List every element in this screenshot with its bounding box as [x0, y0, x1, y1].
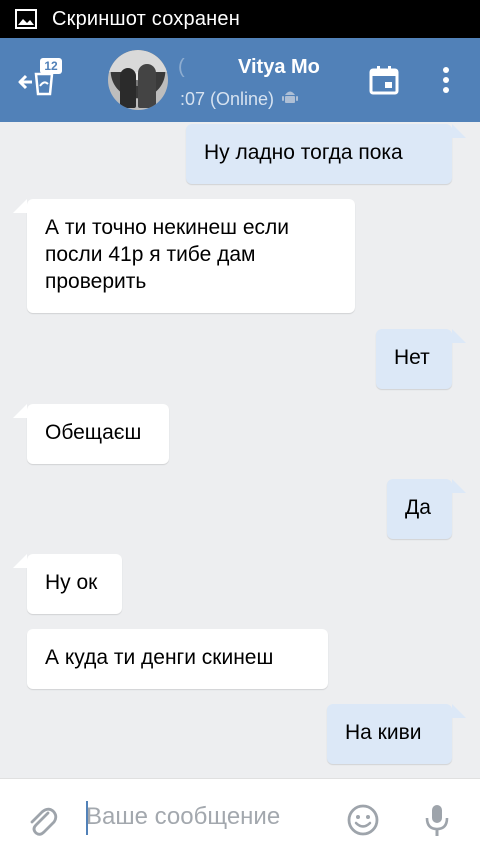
unread-count-badge: 12: [40, 58, 62, 74]
status-bar: Скриншот сохранен: [0, 0, 480, 38]
message-text: На киви: [345, 721, 422, 744]
message-composer: [0, 778, 480, 855]
more-vertical-icon: [443, 67, 449, 93]
message-list[interactable]: Ну ладно тогда пока А ти точно некинеш е…: [0, 122, 480, 778]
message-text: Ну ладно тогда пока: [204, 141, 403, 164]
message-text: Да: [405, 496, 431, 519]
calendar-icon: [369, 66, 399, 95]
chat-header: 12 ( Vitya Mo :07 (Online): [0, 38, 480, 122]
message-bubble-incoming[interactable]: Ну ок: [13, 554, 122, 614]
attach-button[interactable]: [24, 803, 60, 839]
voice-message-button[interactable]: [424, 803, 450, 839]
message-text: А ти точно некинеш если посли 41р я тибе…: [45, 216, 289, 293]
message-bubble-incoming[interactable]: А ти точно некинеш если посли 41р я тибе…: [13, 199, 355, 313]
online-status-text: :07 (Online): [180, 89, 275, 109]
message-bubble-outgoing[interactable]: На киви: [327, 704, 466, 764]
message-input[interactable]: [86, 797, 336, 837]
paperclip-icon: [30, 807, 58, 836]
smiley-icon: [347, 804, 379, 836]
more-options-button[interactable]: [432, 62, 460, 98]
message-text: Обещаєш: [45, 421, 142, 444]
contact-name[interactable]: Vitya Mo: [238, 56, 334, 79]
message-bubble-outgoing[interactable]: Да: [387, 479, 466, 539]
message-text: Ну ок: [45, 571, 98, 594]
android-icon: [282, 88, 299, 111]
image-icon: [14, 7, 38, 31]
message-bubble-outgoing[interactable]: Ну ладно тогда пока: [186, 124, 466, 184]
message-text: Нет: [394, 346, 430, 369]
microphone-icon: [425, 805, 449, 836]
message-bubble-incoming[interactable]: Обещаєш: [13, 404, 169, 464]
avatar[interactable]: [108, 50, 168, 110]
emoji-button[interactable]: [346, 803, 380, 837]
message-bubble-incoming[interactable]: А куда ти денги скинеш: [27, 629, 328, 689]
contact-status: :07 (Online): [180, 88, 299, 111]
calendar-button[interactable]: [368, 64, 400, 96]
message-bubble-outgoing[interactable]: Нет: [376, 329, 466, 389]
message-text: А куда ти денги скинеш: [45, 646, 274, 669]
contact-name-prefix: (: [178, 56, 185, 78]
status-notification-text: Скриншот сохранен: [52, 7, 240, 30]
